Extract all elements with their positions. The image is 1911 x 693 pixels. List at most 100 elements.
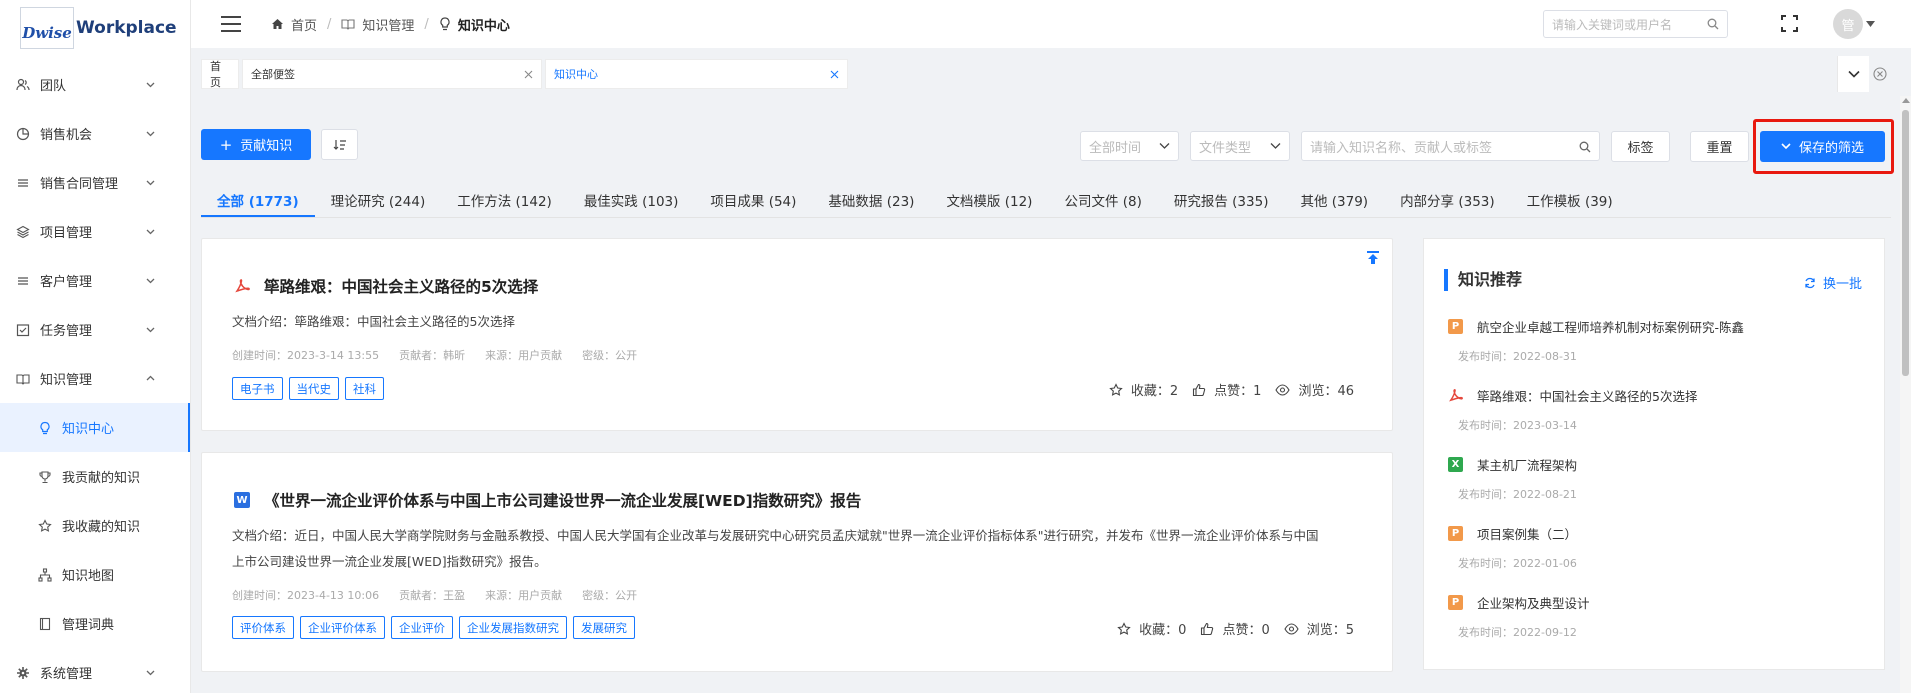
tab-all[interactable]: 全部 (1773) (201, 184, 315, 217)
tag[interactable]: 企业评价体系 (300, 616, 385, 639)
sidebar-item-task[interactable]: 任务管理 (0, 305, 190, 354)
tab-methods[interactable]: 工作方法 (142) (441, 184, 568, 217)
tag[interactable]: 评价体系 (232, 616, 294, 639)
sidebar-item-knowledge-map[interactable]: 知识地图 (0, 550, 190, 599)
recommend-item-name[interactable]: P 航空企业卓越工程师培养机制对标案例研究-陈鑫 (1448, 317, 1744, 336)
like-stat[interactable]: 点赞：1 (1192, 380, 1261, 399)
tab-project-results[interactable]: 项目成果 (54) (694, 184, 812, 217)
pin-top-icon[interactable] (1366, 251, 1380, 265)
file-type-select[interactable]: 文件类型 (1190, 131, 1290, 161)
tab-company-docs[interactable]: 公司文件 (8) (1048, 184, 1157, 217)
book-icon (16, 372, 30, 386)
close-icon[interactable] (524, 70, 533, 79)
tab-work-template[interactable]: 工作模板 (39) (1511, 184, 1629, 217)
card-description: 文档介绍：筚路维艰：中国社会主义路径的5次选择 (232, 314, 515, 329)
sidebar-item-project[interactable]: 项目管理 (0, 207, 190, 256)
recommend-item[interactable]: X 某主机厂流程架构 发布时间：2022-08-21 (1448, 455, 1577, 502)
tab-doc-template[interactable]: 文档模版 (12) (930, 184, 1048, 217)
recommend-item[interactable]: P 航空企业卓越工程师培养机制对标案例研究-陈鑫 发布时间：2022-08-31 (1448, 317, 1744, 364)
knowledge-card[interactable]: 筚路维艰：中国社会主义路径的5次选择 文档介绍：筚路维艰：中国社会主义路径的5次… (201, 238, 1393, 431)
card-title[interactable]: 筚路维艰：中国社会主义路径的5次选择 (234, 275, 538, 297)
scrollbar-thumb[interactable] (1902, 110, 1909, 376)
page-tab-home[interactable]: 首页 (201, 59, 239, 89)
favorite-stat[interactable]: 收藏：0 (1117, 619, 1186, 638)
close-icon[interactable] (830, 70, 839, 79)
tab-best-practice[interactable]: 最佳实践 (103) (568, 184, 695, 217)
sidebar-item-label: 系统管理 (40, 667, 93, 682)
page-scrollbar[interactable] (1900, 96, 1911, 693)
logo-name: Workplace (76, 18, 177, 38)
lightbulb-icon (440, 17, 450, 31)
fullscreen-icon[interactable] (1781, 15, 1798, 32)
breadcrumb-home[interactable]: 首页 (271, 15, 317, 34)
sidebar-item-sales-contract[interactable]: 销售合同管理 (0, 158, 190, 207)
sidebar-item-customer[interactable]: 客户管理 (0, 256, 190, 305)
tag[interactable]: 电子书 (232, 377, 283, 400)
chevron-down-icon (1847, 70, 1860, 78)
recommend-item-name[interactable]: 筚路维艰：中国社会主义路径的5次选择 (1448, 386, 1697, 405)
scroll-up-icon[interactable] (1902, 98, 1910, 103)
recommend-item-title: 企业架构及典型设计 (1477, 596, 1590, 611)
lightbulb-icon (38, 421, 52, 435)
tab-theory[interactable]: 理论研究 (244) (315, 184, 442, 217)
chevron-down-icon (146, 180, 155, 186)
breadcrumb-knowledge[interactable]: 知识管理 (341, 15, 414, 34)
page-tab-label: 知识中心 (554, 68, 598, 81)
star-icon (38, 518, 52, 533)
tag[interactable]: 社科 (345, 377, 384, 400)
sidebar: Dwise Workplace 团队 销售机会 销售合同管理 项目管理 客户管理 (0, 0, 191, 693)
tag[interactable]: 企业评价 (391, 616, 453, 639)
recommend-item-name[interactable]: P 企业架构及典型设计 (1448, 593, 1590, 612)
sidebar-item-knowledge[interactable]: 知识管理 (0, 354, 190, 403)
ppt-icon: P (1448, 526, 1463, 541)
page-tab-all-notes[interactable]: 全部便签 (242, 59, 542, 89)
sidebar-item-label: 知识地图 (62, 569, 115, 584)
tag[interactable]: 企业发展指数研究 (459, 616, 567, 639)
refresh-button[interactable]: 换一批 (1804, 273, 1862, 292)
sidebar-item-label: 销售合同管理 (40, 177, 119, 192)
recommend-item[interactable]: P 企业架构及典型设计 发布时间：2022-09-12 (1448, 593, 1590, 640)
tag[interactable]: 当代史 (288, 377, 339, 400)
book-icon (341, 19, 355, 30)
knowledge-card[interactable]: W 《世界一流企业评价体系与中国上市公司建设世界一流企业发展[WED]指数研究》… (201, 452, 1393, 672)
knowledge-search-input[interactable]: 请输入知识名称、贡献人或标签 (1301, 131, 1600, 161)
sidebar-item-my-favorites[interactable]: 我收藏的知识 (0, 501, 190, 550)
sidebar-item-system[interactable]: 系统管理 (0, 648, 190, 693)
recommend-item[interactable]: P 项目案例集（二） 发布时间：2022-01-06 (1448, 524, 1577, 571)
tabs-dropdown-button[interactable] (1837, 56, 1869, 92)
menu-toggle-icon[interactable] (221, 16, 241, 32)
sidebar-item-dictionary[interactable]: 管理词典 (0, 599, 190, 648)
tab-base-data[interactable]: 基础数据 (23) (812, 184, 930, 217)
logo[interactable]: Dwise Workplace (0, 0, 190, 56)
time-filter-select[interactable]: 全部时间 (1080, 131, 1179, 161)
sidebar-item-team[interactable]: 团队 (0, 60, 190, 109)
tab-internal-share[interactable]: 内部分享 (353) (1384, 184, 1511, 217)
caret-down-icon[interactable] (1866, 21, 1875, 27)
global-search-input[interactable]: 请输入关键词或用户名 (1543, 10, 1728, 38)
sidebar-item-my-contributed[interactable]: 我贡献的知识 (0, 452, 190, 501)
sidebar-item-sales-opportunity[interactable]: 销售机会 (0, 109, 190, 158)
card-title[interactable]: W 《世界一流企业评价体系与中国上市公司建设世界一流企业发展[WED]指数研究》… (234, 489, 861, 511)
contribute-knowledge-button[interactable]: + 贡献知识 (201, 129, 311, 160)
tab-research-report[interactable]: 研究报告 (335) (1158, 184, 1285, 217)
search-icon[interactable] (1707, 18, 1719, 30)
recommend-item[interactable]: 筚路维艰：中国社会主义路径的5次选择 发布时间：2023-03-14 (1448, 386, 1697, 433)
tabs-close-all-button[interactable] (1869, 67, 1891, 81)
view-stat: 浏览：5 (1284, 619, 1354, 638)
card-tags: 电子书 当代史 社科 (232, 377, 390, 400)
like-stat[interactable]: 点赞：0 (1200, 619, 1270, 638)
sort-button[interactable] (321, 129, 358, 160)
tag[interactable]: 发展研究 (573, 616, 635, 639)
source: 来源：用户贡献 (485, 349, 563, 362)
sidebar-item-knowledge-center[interactable]: 知识中心 (0, 403, 190, 452)
avatar[interactable]: 管 (1833, 9, 1863, 39)
recommend-item-name[interactable]: X 某主机厂流程架构 (1448, 455, 1577, 474)
tag-filter-button[interactable]: 标签 (1611, 131, 1670, 162)
favorite-stat[interactable]: 收藏：2 (1109, 380, 1178, 399)
search-icon[interactable] (1579, 141, 1591, 153)
refresh-label: 换一批 (1822, 277, 1862, 292)
tab-other[interactable]: 其他 (379) (1284, 184, 1384, 217)
page-tab-knowledge-center[interactable]: 知识中心 (545, 59, 848, 89)
reset-button[interactable]: 重置 (1690, 131, 1749, 162)
recommend-item-name[interactable]: P 项目案例集（二） (1448, 524, 1577, 543)
